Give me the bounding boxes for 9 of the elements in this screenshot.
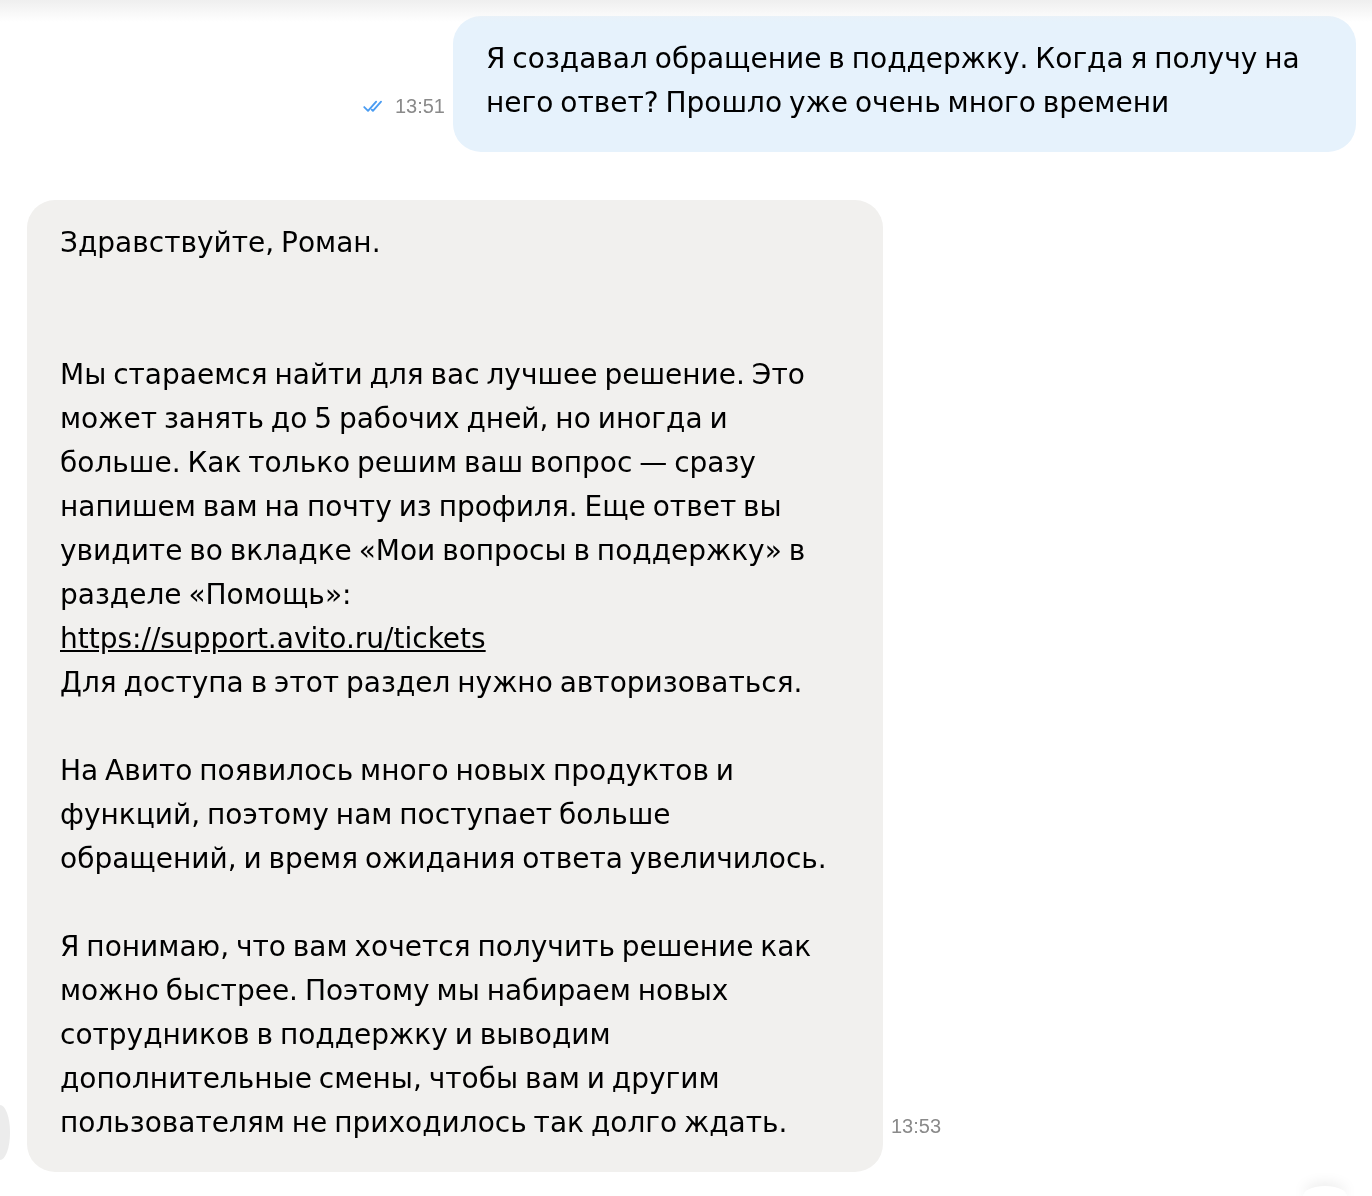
message-text: Я понимаю, что вам хочется получить решение как можно быстрее. Поэтому мы набираем новых сотрудников в поддержку и выводим дополнительные смены, чтобы вам и другим пользователям не приходилось так долго ждать. xyxy=(60,929,813,1141)
message-time: 13:53 xyxy=(891,1114,942,1138)
message-text: Я создавал обращение в поддержку. Когда я получу на него ответ? Прошло уже очень много времени xyxy=(486,41,1301,121)
message-text: Мы стараемся найти для вас лучшее решение. Это может занять до 5 рабочих дней, но иногда и больше. Как только решим ваш вопрос — сразу напишем вам на почту из профиля. Еще ответ вы увидите во вкладке «Мои вопросы в поддержку» в разделе «Помощь»: xyxy=(60,357,807,613)
message-text: На Авито появилось много новых продуктов и функций, поэтому нам поступает больше обращений, и время ожидания ответа увеличилось. xyxy=(60,753,828,877)
message-text: Для доступа в этот раздел нужно авторизоваться. xyxy=(60,665,804,701)
message-time: 13:51 xyxy=(394,94,445,118)
link[interactable]: https://support.avito.ru/tickets xyxy=(60,617,486,661)
message-text: Здравствуйте, Роман. xyxy=(60,225,382,261)
